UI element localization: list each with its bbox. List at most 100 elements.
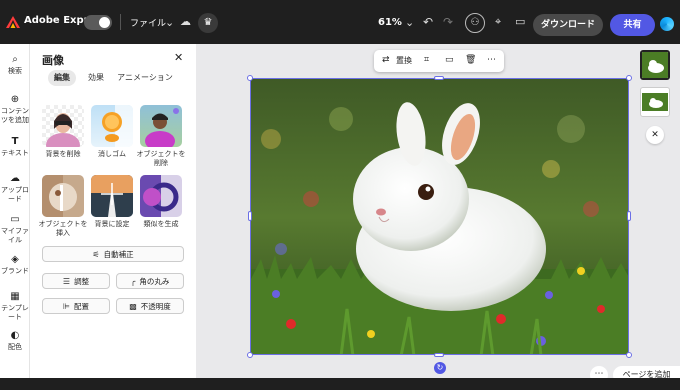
resize-handle-bottom[interactable] [434, 353, 444, 357]
page-thumbnail-2[interactable] [640, 87, 670, 117]
premium-toggle[interactable] [84, 15, 112, 30]
image-toolbar: ⇄ 置換 ⌗ ▭ 🗑 ⋯ [374, 50, 504, 72]
comment-icon[interactable]: ▭ [445, 55, 454, 65]
download-button[interactable]: ダウンロード [533, 14, 603, 36]
bunny-thumbnail [642, 52, 668, 78]
close-icon[interactable]: ✕ [646, 126, 664, 144]
remove-object-tool[interactable] [140, 105, 182, 147]
tab-edit[interactable]: 編集 [48, 70, 76, 86]
rail-item-templates[interactable]: ▦ テンプレート [0, 291, 30, 322]
rail-item-label: アップロード [1, 186, 29, 203]
tool-label: オブジェクトを削除 [136, 150, 186, 167]
align-icon: ⊫ [63, 301, 70, 311]
opacity-button[interactable]: ▩ 不透明度 [116, 298, 184, 314]
rail-item-upload[interactable]: ☁ アップロード [0, 173, 30, 204]
headphones-thumbnail [140, 175, 179, 217]
crop-icon[interactable]: ⌗ [424, 55, 429, 65]
resize-handle-top-right[interactable] [626, 75, 632, 81]
close-icon[interactable]: ✕ [174, 51, 183, 64]
set-as-background-tool[interactable] [91, 175, 133, 217]
auto-enhance-label: 自動補正 [103, 249, 134, 259]
selected-image-frame[interactable] [247, 75, 632, 358]
align-label: 配置 [73, 301, 89, 311]
upload-icon: ☁ [10, 173, 20, 184]
bottom-bar [0, 378, 680, 390]
resize-handle-left[interactable] [248, 211, 252, 221]
replace-icon[interactable]: ⇄ [382, 55, 390, 65]
search-icon: ⌕ [12, 54, 18, 65]
woman-portrait-thumbnail [46, 113, 80, 147]
add-content-icon: ⊕ [10, 94, 20, 105]
rail-item-add-content[interactable]: ⊕ コンテンツを追加 [0, 94, 30, 125]
road-landscape-thumbnail [91, 175, 133, 217]
rail-item-label: テンプレート [1, 304, 29, 321]
more-options-icon[interactable]: ⋯ [487, 55, 496, 65]
invite-user-icon[interactable]: ⚇ [465, 13, 485, 33]
crown-icon[interactable]: ♛ [198, 13, 218, 33]
tool-label: 背景を削除 [45, 150, 81, 158]
redo-icon[interactable]: ↷ [443, 15, 453, 29]
left-rail: ⌕ 検索 ⊕ コンテンツを追加 T テキスト ☁ アップロード ▭ マイファイル… [0, 44, 30, 390]
adobe-express-logo[interactable] [6, 16, 20, 28]
rail-item-search[interactable]: ⌕ 検索 [0, 54, 30, 76]
chevron-down-icon[interactable]: ⌄ [165, 16, 174, 29]
eraser-tool[interactable] [91, 105, 133, 147]
rail-item-label: テキスト [1, 149, 29, 157]
bunny-photo[interactable] [250, 78, 629, 355]
page-thumbnail-1[interactable] [640, 50, 670, 80]
share-button[interactable]: 共有 [610, 14, 655, 36]
resize-handle-right[interactable] [627, 211, 631, 221]
tool-label: 消しゴム [98, 150, 126, 158]
rail-item-my-files[interactable]: ▭ マイファイル [0, 214, 30, 245]
tab-animation[interactable]: アニメーション [116, 70, 174, 86]
opacity-icon: ▩ [129, 301, 137, 311]
round-corners-label: 角の丸み [139, 276, 170, 286]
resize-handle-top[interactable] [434, 76, 444, 80]
undo-icon[interactable]: ↶ [423, 15, 433, 29]
top-bar: Adobe Express ファイル ⌄ ☁ ♛ 61% ⌄ ↶ ↷ ⚇ ⌖ ▭… [0, 0, 680, 44]
rail-item-colors[interactable]: ◐ 配色 [0, 330, 30, 352]
rail-item-brand[interactable]: ◈ ブランド [0, 254, 30, 276]
account-avatar[interactable] [660, 17, 674, 31]
generate-similar-tool[interactable] [140, 175, 182, 217]
rail-item-label: 検索 [8, 67, 22, 75]
insert-object-tool[interactable] [42, 175, 84, 217]
tool-label: 背景に設定 [94, 220, 130, 228]
brand-icon: ◈ [11, 254, 19, 265]
adjust-button[interactable]: ☰ 調整 [42, 273, 110, 289]
cyclist-thumbnail [145, 108, 179, 147]
resize-handle-bottom-right[interactable] [626, 352, 632, 358]
adjust-label: 調整 [74, 276, 90, 286]
tool-label: オブジェクトを挿入 [38, 220, 88, 237]
file-menu[interactable]: ファイル [130, 16, 166, 29]
align-button[interactable]: ⊫ 配置 [42, 298, 110, 314]
zoom-chevron-icon[interactable]: ⌄ [405, 16, 414, 29]
insert-object-thumbnail [42, 175, 77, 217]
round-corners-button[interactable]: ╭ 角の丸み [116, 273, 184, 289]
folder-icon: ▭ [10, 214, 20, 225]
tab-effects[interactable]: 効果 [82, 70, 110, 86]
trash-icon[interactable]: 🗑 [465, 55, 476, 65]
rotate-handle-icon[interactable]: ↻ [434, 362, 446, 374]
zoom-level[interactable]: 61% [378, 17, 402, 28]
replace-label[interactable]: 置換 [396, 55, 412, 66]
auto-enhance-button[interactable]: ⚟ 自動補正 [42, 246, 184, 262]
tool-label: 類似を生成 [143, 220, 179, 228]
bunny-image [251, 79, 628, 354]
rail-item-label: マイファイル [1, 227, 29, 244]
resize-handle-top-left[interactable] [247, 75, 253, 81]
orange-slice-thumbnail [102, 105, 133, 147]
location-pin-icon[interactable]: ⌖ [495, 15, 501, 29]
resize-handle-bottom-left[interactable] [247, 352, 253, 358]
divider [120, 14, 121, 30]
panel-title: 画像 [42, 54, 64, 67]
bunny-thumbnail [642, 93, 668, 111]
comment-icon[interactable]: ▭ [515, 15, 525, 28]
palette-icon: ◐ [10, 330, 20, 341]
rail-item-text[interactable]: T テキスト [0, 136, 30, 158]
magic-wand-icon: ⚟ [92, 249, 100, 259]
cloud-icon[interactable]: ☁ [180, 15, 191, 28]
remove-background-tool[interactable] [42, 105, 84, 147]
text-icon: T [11, 136, 19, 147]
rail-item-label: 配色 [8, 343, 22, 351]
